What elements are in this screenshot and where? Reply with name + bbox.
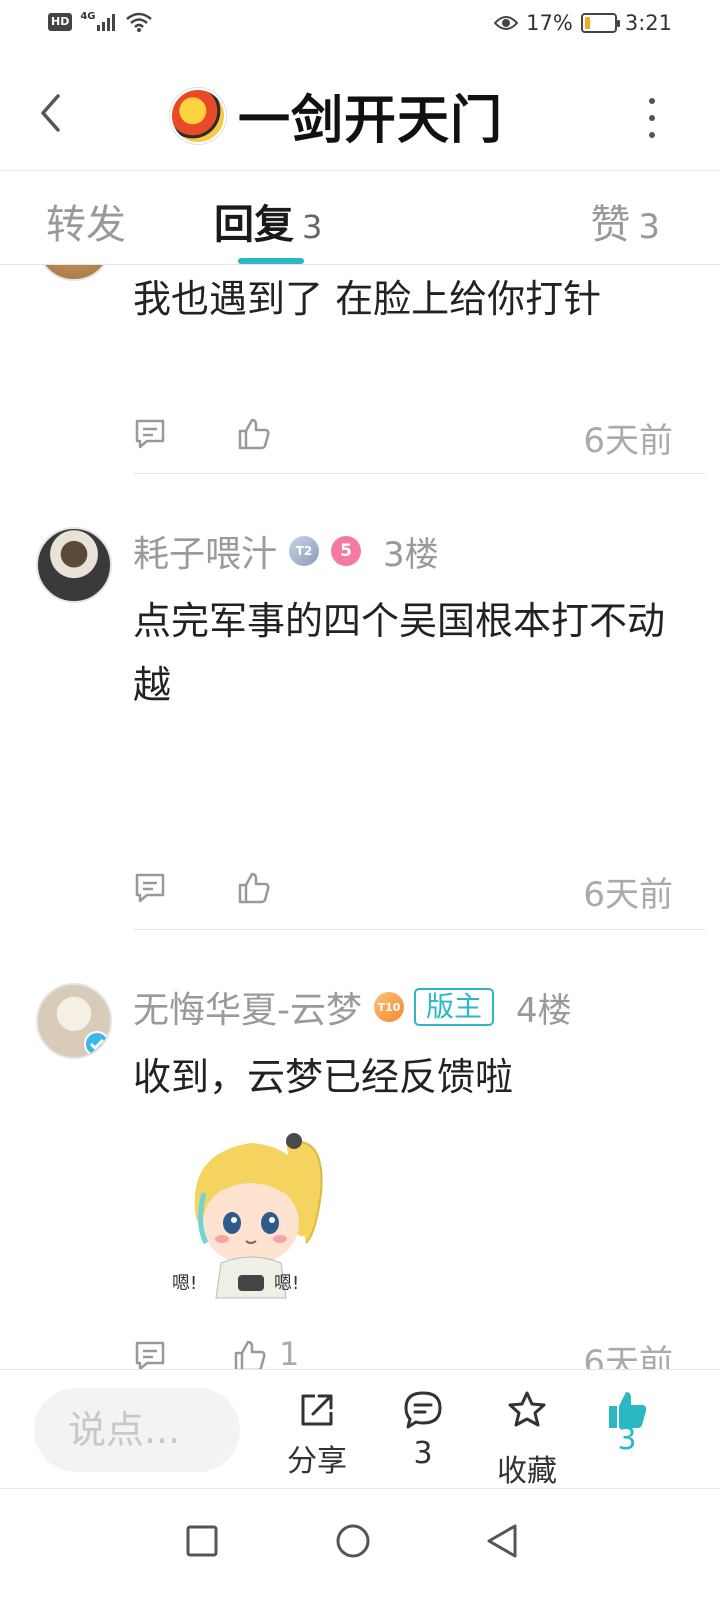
thumb-up-icon[interactable] <box>237 417 271 451</box>
like-count: 1 <box>279 1335 300 1370</box>
comment-body: 耗子喂汁 T2 5 3楼 点完军事的四个吴国根本打不动越 <box>133 527 680 717</box>
floor-number: 4楼 <box>516 990 572 1031</box>
more-vertical-icon-dot <box>649 115 655 121</box>
hd-badge: HD <box>48 13 73 31</box>
comment-text: 点完军事的四个吴国根本打不动越 <box>133 599 666 707</box>
page-title: 一剑开天门 <box>238 91 504 151</box>
tab-reply-label: 回复 <box>214 202 294 248</box>
back-button[interactable] <box>30 88 70 138</box>
share-button[interactable]: 分享 <box>272 1388 362 1480</box>
battery-icon <box>580 13 620 33</box>
level-badge: T2 <box>289 536 320 566</box>
network-type: 4G <box>80 10 96 22</box>
wifi-icon <box>125 12 152 32</box>
clock: 3:21 <box>624 11 672 35</box>
chevron-left-icon <box>41 94 60 132</box>
share-icon <box>301 1394 333 1426</box>
thumb-up-icon[interactable] <box>237 871 271 905</box>
comment-icon[interactable] <box>133 871 167 905</box>
post-title-group[interactable]: 一剑开天门 <box>170 78 503 153</box>
comment-count-button[interactable]: 3 <box>378 1388 468 1471</box>
comment-item: 我也遇到了 在脸上给你打针 6天前 <box>0 265 720 475</box>
comment-time: 6天前 <box>583 421 673 461</box>
tab-reply[interactable]: 回复 3 <box>214 192 322 250</box>
user-name[interactable]: 耗子喂汁 <box>133 525 277 577</box>
level-badge-text: T10 <box>377 1000 401 1014</box>
star-icon <box>508 1391 546 1427</box>
level-badge: T10 <box>374 992 404 1022</box>
tab-like-count: 3 <box>638 207 660 247</box>
system-nav-bar <box>0 1488 720 1600</box>
circle-icon <box>336 1524 370 1558</box>
tab-like[interactable]: 赞3 <box>590 192 660 250</box>
comment-item: 耗子喂汁 T2 5 3楼 点完军事的四个吴国根本打不动越 6天前 <box>0 527 720 927</box>
battery-percent: 17% <box>526 11 573 35</box>
tab-reply-count: 3 <box>302 208 323 246</box>
comment-actions: 6天前 <box>133 867 673 915</box>
sticker-image[interactable]: 嗯! 嗯! <box>166 1123 336 1313</box>
top-app-bar: 一剑开天门 <box>0 60 720 170</box>
favorite-label: 收藏 <box>497 1454 557 1489</box>
sticker-text-right: 嗯! <box>274 1273 300 1294</box>
rank-badge-text: 5 <box>340 541 352 561</box>
comment-item: 无悔华夏-云梦 T10 版主 4楼 收到，云梦已经反馈啦 嗯! 嗯! 1 6天前 <box>0 983 720 1370</box>
more-vertical-icon <box>649 98 655 104</box>
signal-icon <box>96 14 115 31</box>
comment-list[interactable]: 我也遇到了 在脸上给你打针 6天前 耗子喂汁 T2 5 3楼 点完军事的四个吴国… <box>0 265 720 1370</box>
bottom-action-bar: 说点... 分享 3 收藏 3 <box>0 1370 720 1490</box>
verified-icon <box>84 1031 110 1057</box>
comment-actions: 6天前 <box>133 413 673 461</box>
comment-bubble-icon <box>404 1391 442 1429</box>
comment-time: 6天前 <box>583 1343 673 1370</box>
home-button[interactable] <box>323 1511 383 1571</box>
user-name[interactable]: 无悔华夏-云梦 <box>133 981 362 1033</box>
comment-count: 3 <box>413 1436 433 1471</box>
comment-body: 无悔华夏-云梦 T10 版主 4楼 收到，云梦已经反馈啦 <box>133 983 680 1109</box>
reply-input[interactable]: 说点... <box>34 1388 240 1472</box>
battery-level <box>584 17 590 29</box>
rank-badge: 5 <box>331 536 362 566</box>
status-right: 17% 3:21 <box>494 11 672 35</box>
comment-actions: 1 6天前 <box>133 1335 673 1370</box>
post-avatar[interactable] <box>170 87 226 144</box>
recents-button[interactable] <box>172 1511 232 1571</box>
avatar[interactable] <box>36 265 112 281</box>
comment-text: 我也遇到了 在脸上给你打针 <box>133 277 602 321</box>
more-options-button[interactable] <box>642 98 662 138</box>
avatar[interactable] <box>36 527 112 603</box>
system-back-button[interactable] <box>472 1511 532 1571</box>
comment-body: 我也遇到了 在脸上给你打针 <box>133 267 680 331</box>
comment-header: 耗子喂汁 T2 5 3楼 <box>133 527 680 575</box>
status-bar: HD 4G 17% 3:21 <box>0 0 720 50</box>
avatar[interactable] <box>36 983 112 1059</box>
comment-divider <box>133 473 706 474</box>
eye-icon <box>494 16 519 30</box>
comment-text: 收到，云梦已经反馈啦 <box>133 1055 514 1099</box>
triangle-back-icon <box>487 1524 517 1558</box>
like-post-button[interactable]: 3 <box>582 1388 672 1457</box>
square-icon <box>186 1525 218 1557</box>
more-vertical-icon-dot <box>649 132 655 138</box>
post-like-count: 3 <box>617 1422 637 1457</box>
tab-like-label: 赞 <box>590 202 631 248</box>
sticker-text-left: 嗯! <box>172 1273 198 1294</box>
header-divider <box>0 170 720 171</box>
floor-number: 3楼 <box>383 534 439 575</box>
tab-bar: 转发 回复 3 赞3 <box>0 172 720 264</box>
comment-header: 无悔华夏-云梦 T10 版主 4楼 <box>133 983 680 1031</box>
comment-divider <box>133 929 706 930</box>
comment-icon[interactable] <box>133 417 167 451</box>
tab-forward-label: 转发 <box>46 202 126 248</box>
moderator-badge: 版主 <box>414 988 495 1026</box>
level-badge-text: T2 <box>295 544 313 558</box>
comment-time: 6天前 <box>583 875 673 915</box>
tab-forward[interactable]: 转发 <box>46 192 126 250</box>
favorite-button[interactable]: 收藏 <box>482 1388 572 1490</box>
share-label: 分享 <box>287 1444 347 1479</box>
status-left: HD 4G <box>48 10 152 32</box>
thumb-up-icon[interactable] <box>233 1339 267 1370</box>
comment-icon[interactable] <box>133 1339 167 1370</box>
